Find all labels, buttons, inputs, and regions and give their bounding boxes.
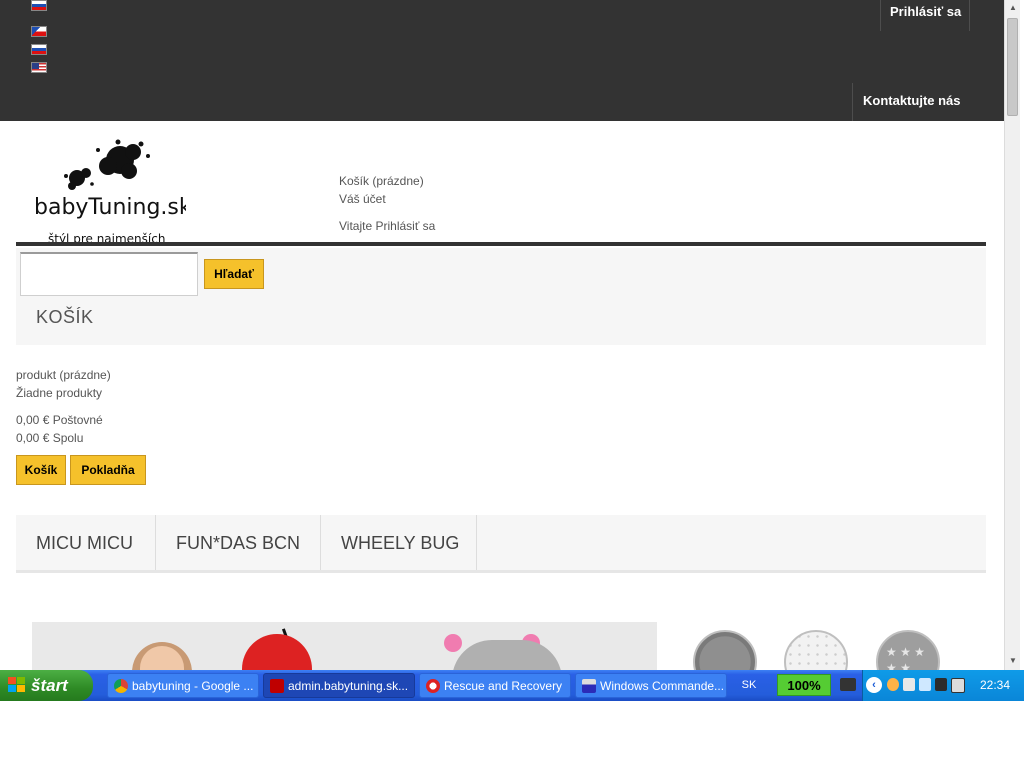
task-label: admin.babytuning.sk... (288, 679, 409, 693)
system-tray: 22:34 (862, 670, 1024, 701)
cart-empty-text: Žiadne produkty (16, 386, 103, 400)
power-plug-icon[interactable] (840, 678, 856, 691)
search-button[interactable]: Hľadať (204, 259, 264, 289)
contact-link[interactable]: Kontaktujte nás (852, 83, 980, 121)
welcome-text: Vitajte (339, 219, 373, 233)
task-label: Windows Commande... (600, 679, 725, 693)
cart-heading[interactable]: KOŠÍK (36, 307, 94, 328)
category-menu: MICU MICU FUN*DAS BCN WHEELY BUG (16, 515, 986, 573)
task-total-commander[interactable]: Windows Commande... (575, 673, 727, 698)
task-chrome[interactable]: babytuning - Google ... (107, 673, 259, 698)
pouf-dots-image[interactable] (784, 630, 848, 670)
scrollbar-thumb[interactable] (1007, 18, 1018, 116)
checkout-button[interactable]: Pokladňa (70, 455, 146, 485)
language-indicator[interactable]: SK (737, 670, 761, 701)
pouf-stars-image[interactable] (876, 630, 940, 670)
cart-button[interactable]: Košík (16, 455, 66, 485)
safely-remove-icon[interactable] (951, 678, 965, 693)
top-bar: Prihlásiť sa Kontaktujte nás (0, 0, 1004, 121)
welcome-login-link[interactable]: Prihlásiť sa (375, 219, 435, 233)
search-input[interactable] (20, 252, 198, 296)
vertical-scrollbar[interactable]: ▲ ▼ (1004, 0, 1020, 670)
start-label: štart (31, 676, 68, 695)
clock[interactable]: 22:34 (980, 670, 1010, 701)
header-cart-link[interactable]: Košík (prázdne) (339, 172, 435, 190)
ladybug-ride-image (242, 634, 312, 670)
scroll-up-icon[interactable]: ▲ (1008, 3, 1018, 13)
cart-products-label: produkt (prázdne) (16, 368, 111, 382)
mouse-ear (444, 634, 462, 652)
start-button[interactable]: štart (0, 670, 93, 701)
cart-summary: produkt (prázdne) Žiadne produkty 0,00 €… (16, 366, 111, 447)
show-hidden-icons-icon[interactable]: ‹ (866, 677, 882, 693)
logo-name: babyTuning.sk (34, 195, 186, 220)
site-logo[interactable]: babyTuning.sk štýl pre najmenších (30, 136, 192, 248)
mouse-ride-image (452, 640, 562, 670)
promo-banner-image[interactable] (32, 622, 657, 670)
zoom-indicator[interactable]: 100% (777, 674, 831, 696)
filezilla-icon (270, 679, 284, 693)
floppy-icon (582, 679, 596, 693)
task-rescue[interactable]: Rescue and Recovery (419, 673, 571, 698)
menu-item-wheely-bug[interactable]: WHEELY BUG (321, 515, 477, 570)
pouf-grey-image[interactable] (693, 630, 757, 670)
scroll-down-icon[interactable]: ▼ (1008, 656, 1018, 666)
volume-icon[interactable] (887, 678, 899, 691)
welcome-line: Vitajte Prihlásiť sa (339, 217, 435, 235)
menu-item-micu-micu[interactable]: MICU MICU (16, 515, 156, 570)
flag-us-icon[interactable] (31, 62, 47, 73)
cart-shipping: 0,00 € Poštovné (16, 413, 103, 427)
wireless-icon[interactable] (919, 678, 931, 691)
task-filezilla[interactable]: admin.babytuning.sk... (263, 673, 415, 698)
flag-sk-icon[interactable] (31, 44, 47, 55)
network-icon[interactable] (903, 678, 915, 691)
login-link[interactable]: Prihlásiť sa (880, 0, 970, 31)
task-label: Rescue and Recovery (444, 679, 563, 693)
header-user-info: Košík (prázdne) Váš účet Vitajte Prihlás… (339, 172, 435, 235)
cart-total: 0,00 € Spolu (16, 431, 84, 445)
header-divider (16, 242, 986, 246)
flag-cz-icon[interactable] (31, 26, 47, 37)
windows-logo-icon (8, 677, 26, 694)
monitor-icon[interactable] (935, 678, 947, 691)
rescue-icon (426, 679, 440, 693)
chrome-icon (114, 679, 128, 693)
menu-item-fun-das-bcn[interactable]: FUN*DAS BCN (156, 515, 321, 570)
flag-sk-icon[interactable] (31, 0, 47, 11)
account-link[interactable]: Váš účet (339, 190, 435, 208)
browser-viewport: Prihlásiť sa Kontaktujte nás babyTuning.… (0, 0, 1004, 670)
task-label: babytuning - Google ... (132, 679, 254, 693)
